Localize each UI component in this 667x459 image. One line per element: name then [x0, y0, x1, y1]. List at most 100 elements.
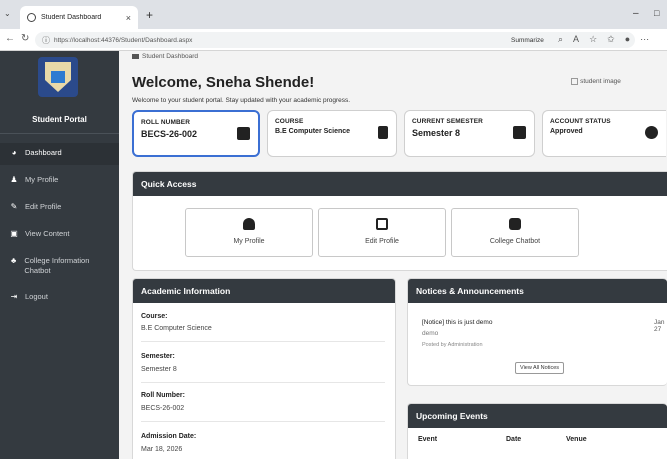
- notice-date: Jan 27: [654, 319, 665, 333]
- user-icon: [243, 218, 255, 230]
- date-column-header: Date: [506, 436, 522, 443]
- sidebar-item-view-content[interactable]: ▣ View Content: [0, 224, 119, 246]
- sidebar-item-edit-profile[interactable]: ✎ Edit Profile: [0, 197, 119, 219]
- back-icon[interactable]: ←: [5, 33, 15, 44]
- url-field[interactable]: ⓘ https://localhost:44376/Student/Dashbo…: [35, 32, 635, 48]
- course-card: COURSE B.E Computer Science: [267, 110, 397, 157]
- student-image-alt: student image: [580, 78, 621, 85]
- quick-access-title: Quick Access: [133, 172, 667, 196]
- sidebar-item-my-profile[interactable]: ♟ My Profile: [0, 170, 119, 192]
- more-icon[interactable]: ⋯: [640, 34, 649, 45]
- card-value: B.E Computer Science: [275, 128, 351, 135]
- academic-info-panel: Academic Information Course: B.E Compute…: [132, 278, 396, 459]
- quick-tile-college-chatbot[interactable]: College Chatbot: [451, 208, 579, 257]
- robot-icon: [509, 218, 521, 230]
- new-tab-icon[interactable]: +: [146, 8, 153, 22]
- card-value: Approved: [550, 128, 583, 135]
- maximize-icon[interactable]: □: [654, 8, 659, 18]
- minimize-icon[interactable]: –: [633, 8, 639, 19]
- dashboard-icon: ◕: [11, 148, 17, 157]
- current-semester-card: CURRENT SEMESTER Semester 8: [404, 110, 535, 157]
- sidebar: Student Portal ◕ Dashboard ♟ My Profile …: [0, 51, 119, 459]
- quick-tile-my-profile[interactable]: My Profile: [185, 208, 313, 257]
- admission-date-value: Mar 18, 2026: [141, 446, 183, 453]
- sidebar-item-chatbot[interactable]: ♣ College Information Chatbot: [0, 251, 110, 281]
- toolbar-icons: ⌕ A ☆ ✩ ● ⋯: [558, 34, 649, 45]
- event-column-header: Event: [418, 436, 438, 443]
- academic-info-title: Academic Information: [133, 279, 395, 303]
- notice-body: demo: [422, 330, 439, 337]
- robot-icon: ♣: [11, 256, 17, 265]
- sidebar-item-logout[interactable]: ⇥ Logout: [0, 287, 119, 309]
- tab-menu-icon[interactable]: ⌄: [4, 9, 11, 18]
- info-icon: ⓘ: [42, 35, 50, 45]
- notices-panel: Notices & Announcements [Notice] this is…: [407, 278, 667, 386]
- quick-access-panel: Quick Access My Profile Edit Profile Col…: [132, 171, 667, 271]
- events-panel: Upcoming Events Event Date Venue: [407, 403, 667, 459]
- notice-poster: Posted by Administration: [422, 342, 483, 348]
- card-label: COURSE: [275, 118, 304, 125]
- breadcrumb: Student Dashboard: [132, 53, 198, 60]
- page-subtitle: Welcome to your student portal. Stay upd…: [132, 97, 351, 104]
- broken-image-icon: [571, 77, 579, 85]
- browser-tab-bar: ⌄ Student Dashboard × + – □: [0, 0, 667, 29]
- url-text: https://localhost:44376/Student/Dashboar…: [54, 36, 193, 44]
- main-content: Student Dashboard Welcome, Sneha Shende!…: [119, 51, 667, 459]
- sidebar-item-label: View Content: [25, 229, 70, 238]
- tile-label: College Chatbot: [489, 238, 541, 245]
- semester-value: Semester 8: [141, 366, 177, 373]
- logout-icon: ⇥: [10, 292, 18, 301]
- events-title: Upcoming Events: [408, 404, 667, 428]
- card-label: ACCOUNT STATUS: [550, 118, 611, 125]
- zoom-icon[interactable]: ⌕: [558, 34, 563, 45]
- sidebar-item-label: College Information Chatbot: [24, 256, 90, 275]
- dashboard-small-icon: [132, 54, 139, 59]
- sidebar-item-label: Edit Profile: [25, 202, 62, 211]
- card-value: BECS-26-002: [141, 129, 198, 139]
- card-label: CURRENT SEMESTER: [412, 118, 483, 125]
- edit-icon: [376, 218, 388, 230]
- globe-icon: [27, 13, 36, 22]
- roll-number-card: ROLL NUMBER BECS-26-002: [132, 110, 260, 157]
- breadcrumb-text: Student Dashboard: [142, 53, 199, 60]
- notice-title: [Notice] this is just demo: [422, 319, 493, 326]
- admission-date-label: Admission Date:: [141, 433, 197, 440]
- student-image: student image: [566, 77, 626, 86]
- divider: [141, 341, 385, 342]
- close-tab-icon[interactable]: ×: [126, 13, 131, 23]
- view-all-notices-button[interactable]: View All Notices: [515, 362, 565, 374]
- quick-tile-edit-profile[interactable]: Edit Profile: [318, 208, 446, 257]
- reload-icon[interactable]: ↻: [21, 33, 29, 44]
- tile-label: Edit Profile: [365, 238, 399, 245]
- browser-tab[interactable]: Student Dashboard ×: [20, 6, 138, 29]
- sidebar-item-label: Logout: [25, 292, 48, 301]
- address-bar-row: ← ↻ ⓘ https://localhost:44376/Student/Da…: [0, 29, 667, 51]
- semester-label: Semester:: [141, 353, 175, 360]
- roll-number-label: Roll Number:: [141, 392, 185, 399]
- sidebar-item-label: Dashboard: [25, 148, 62, 157]
- divider: [141, 382, 385, 383]
- id-card-icon: [237, 127, 250, 140]
- read-aloud-icon[interactable]: A: [573, 34, 579, 45]
- content-icon: ▣: [10, 229, 18, 238]
- course-value: B.E Computer Science: [141, 325, 212, 332]
- edit-icon: ✎: [10, 202, 18, 211]
- profile-icon[interactable]: ●: [625, 34, 630, 45]
- book-icon: [378, 126, 388, 139]
- summarize-button[interactable]: Summarize: [511, 37, 544, 44]
- divider: [141, 421, 385, 422]
- page-title: Welcome, Sneha Shende!: [132, 74, 315, 91]
- venue-column-header: Venue: [566, 436, 587, 443]
- sidebar-item-dashboard[interactable]: ◕ Dashboard: [0, 143, 119, 165]
- card-label: ROLL NUMBER: [141, 119, 191, 126]
- card-value: Semester 8: [412, 128, 461, 138]
- favorites-bar-icon[interactable]: ✩: [607, 34, 615, 45]
- account-status-card: ACCOUNT STATUS Approved: [542, 110, 666, 157]
- sidebar-divider: [0, 133, 119, 134]
- tile-label: My Profile: [233, 238, 265, 245]
- college-logo: [38, 57, 78, 97]
- calendar-icon: [513, 126, 526, 139]
- favorite-icon[interactable]: ☆: [589, 34, 597, 45]
- user-icon: ♟: [10, 175, 18, 184]
- tab-title: Student Dashboard: [41, 14, 102, 21]
